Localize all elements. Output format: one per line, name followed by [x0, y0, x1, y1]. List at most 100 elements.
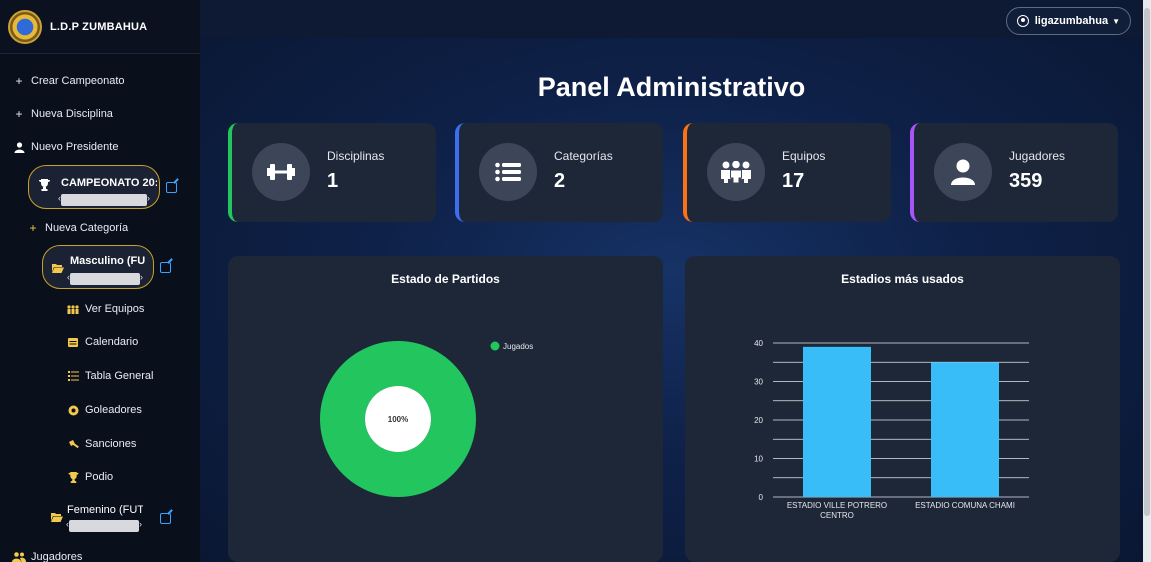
- scrollbar-thumb[interactable]: [1144, 8, 1150, 516]
- sidebar-item-label: Ver Equipos: [85, 303, 145, 315]
- plus-icon: +: [29, 221, 37, 235]
- team-icon: [707, 143, 765, 201]
- stat-card-disciplines: Disciplinas 1: [228, 123, 436, 222]
- caret-down-icon: ▼: [1112, 16, 1120, 26]
- legend-swatch: [490, 341, 500, 351]
- trophy-icon: [66, 471, 80, 483]
- stat-card-categories: Categorías 2: [455, 123, 663, 222]
- sidebar-item-players[interactable]: Jugadores: [12, 551, 82, 562]
- stat-label: Disciplinas: [327, 149, 385, 163]
- stat-value: 17: [782, 170, 805, 192]
- stat-card-players: Jugadores 359: [910, 123, 1118, 222]
- page-title: Panel Administrativo: [537, 72, 806, 102]
- sidebar-item-label: Calendario: [85, 336, 139, 348]
- dumbbell-icon: [252, 143, 310, 201]
- matches-status-panel: Estado de Partidos 100% Jugados: [228, 256, 663, 562]
- list-icon: [479, 143, 537, 201]
- sanctions-icon: [66, 439, 80, 450]
- main-content: Panel Administrativo Disciplinas 1 Categ…: [200, 38, 1143, 562]
- sidebar-item-teams[interactable]: Ver Equipos: [66, 303, 144, 315]
- sidebar-item-label: Nuevo Presidente: [31, 141, 119, 153]
- category-scroller[interactable]: ‹ ›: [66, 519, 142, 532]
- folder-open-icon: [52, 260, 64, 278]
- trophy-icon: [39, 179, 50, 194]
- sidebar-item-label: Nueva Disciplina: [31, 108, 113, 120]
- brand-name: L.D.P ZUMBAHUA: [50, 20, 148, 33]
- sidebar-item-new-discipline[interactable]: + Nueva Disciplina: [12, 107, 113, 121]
- scroll-left-icon[interactable]: ‹: [66, 519, 69, 529]
- bar[interactable]: [803, 346, 871, 497]
- scroll-right-icon[interactable]: ›: [147, 193, 150, 203]
- championship-selector[interactable]: CAMPEONATO 20: ‹ ›: [28, 165, 160, 209]
- sidebar-item-calendar[interactable]: Calendario: [66, 336, 138, 348]
- sidebar-item-new-president[interactable]: Nuevo Presidente: [12, 141, 118, 153]
- stat-label: Categorías: [554, 149, 613, 163]
- league-logo: [8, 9, 42, 44]
- user-circle-icon: [1016, 15, 1029, 27]
- stat-value: 359: [1009, 170, 1043, 192]
- sidebar-item-scorers[interactable]: Goleadores: [66, 404, 142, 416]
- plus-icon: +: [15, 74, 23, 88]
- sidebar-item-label: Sanciones: [85, 438, 137, 450]
- category-name: Masculino (FU: [70, 255, 146, 267]
- brand[interactable]: L.D.P ZUMBAHUA: [0, 0, 200, 54]
- sidebar-item-label: Goleadores: [85, 404, 142, 416]
- stat-card-teams: Equipos 17: [683, 123, 891, 222]
- stat-value: 1: [327, 170, 339, 192]
- doughnut-chart: 100% Jugados: [319, 341, 533, 497]
- user-icon: [934, 143, 992, 201]
- category-name: Femenino (FUT: [67, 504, 143, 516]
- y-tick-label: 20: [754, 416, 763, 425]
- sidebar-item-label: Crear Campeonato: [31, 75, 125, 87]
- stat-value: 2: [554, 170, 566, 192]
- edit-championship-icon[interactable]: [166, 182, 177, 193]
- scroll-left-icon[interactable]: ‹: [67, 272, 70, 282]
- sidebar-item-new-category[interactable]: + Nueva Categoría: [26, 221, 128, 235]
- folder-open-icon: [51, 509, 63, 527]
- scroll-right-icon[interactable]: ›: [140, 272, 143, 282]
- standings-icon: [66, 371, 80, 381]
- scroll-right-icon[interactable]: ›: [139, 519, 142, 529]
- teams-icon: [66, 304, 80, 314]
- username: ligazumbahua: [1034, 15, 1109, 27]
- user-menu-button[interactable]: ligazumbahua ▼: [1005, 7, 1131, 35]
- category-selector-female[interactable]: Femenino (FUT ‹ ›: [42, 500, 154, 540]
- stat-label: Equipos: [782, 149, 826, 163]
- y-tick-label: 40: [754, 339, 763, 348]
- stat-label: Jugadores: [1009, 149, 1066, 163]
- y-tick-label: 0: [759, 493, 764, 502]
- edit-category-icon[interactable]: [160, 513, 171, 524]
- y-tick-label: 30: [754, 378, 763, 387]
- sidebar-item-label: Tabla General: [85, 370, 154, 382]
- scroll-left-icon[interactable]: ‹: [58, 193, 61, 203]
- bar[interactable]: [931, 362, 999, 497]
- sidebar-item-standings[interactable]: Tabla General: [66, 370, 154, 382]
- soccer-ball-icon: [66, 405, 80, 416]
- sidebar-item-sanctions[interactable]: Sanciones: [66, 438, 136, 450]
- x-tick-label: ESTADIO VILLE POTRERO: [787, 501, 887, 510]
- user-tie-icon: [12, 141, 26, 153]
- plus-icon: +: [15, 107, 23, 121]
- users-icon: [12, 552, 26, 562]
- slice-data-label: 100%: [388, 415, 408, 424]
- sidebar-item-podium[interactable]: Podio: [66, 471, 113, 483]
- y-tick-label: 10: [754, 455, 763, 464]
- championship-scroller[interactable]: ‹ ›: [58, 193, 150, 206]
- bar-chart: 0 10 20 30 40 ESTADIO VILLE POTREROCENTRO ESTA…: [754, 339, 1029, 520]
- category-scroller[interactable]: ‹ ›: [67, 272, 143, 285]
- sidebar-item-create-championship[interactable]: + Crear Campeonato: [12, 74, 125, 88]
- x-tick-label: ESTADIO COMUNA CHAMI: [915, 501, 1015, 510]
- edit-category-icon[interactable]: [160, 262, 171, 273]
- championship-name: CAMPEONATO 20:: [61, 177, 157, 189]
- sidebar-item-label: Nueva Categoría: [45, 222, 129, 234]
- calendar-icon: [66, 337, 80, 347]
- topbar: ligazumbahua ▼: [200, 0, 1143, 38]
- x-tick-label: CENTRO: [820, 511, 854, 520]
- category-selector-male[interactable]: Masculino (FU ‹ ›: [42, 245, 154, 289]
- sidebar: L.D.P ZUMBAHUA + Crear Campeonato + Nuev…: [0, 0, 200, 562]
- stadiums-panel: Estadios más usados 0 10 20 30 40 ESTADIO VIL…: [685, 256, 1120, 562]
- sidebar-item-label: Jugadores: [31, 551, 83, 562]
- sidebar-item-label: Podio: [85, 471, 114, 483]
- page-scrollbar[interactable]: [1143, 0, 1151, 562]
- legend-label[interactable]: Jugados: [503, 342, 533, 351]
